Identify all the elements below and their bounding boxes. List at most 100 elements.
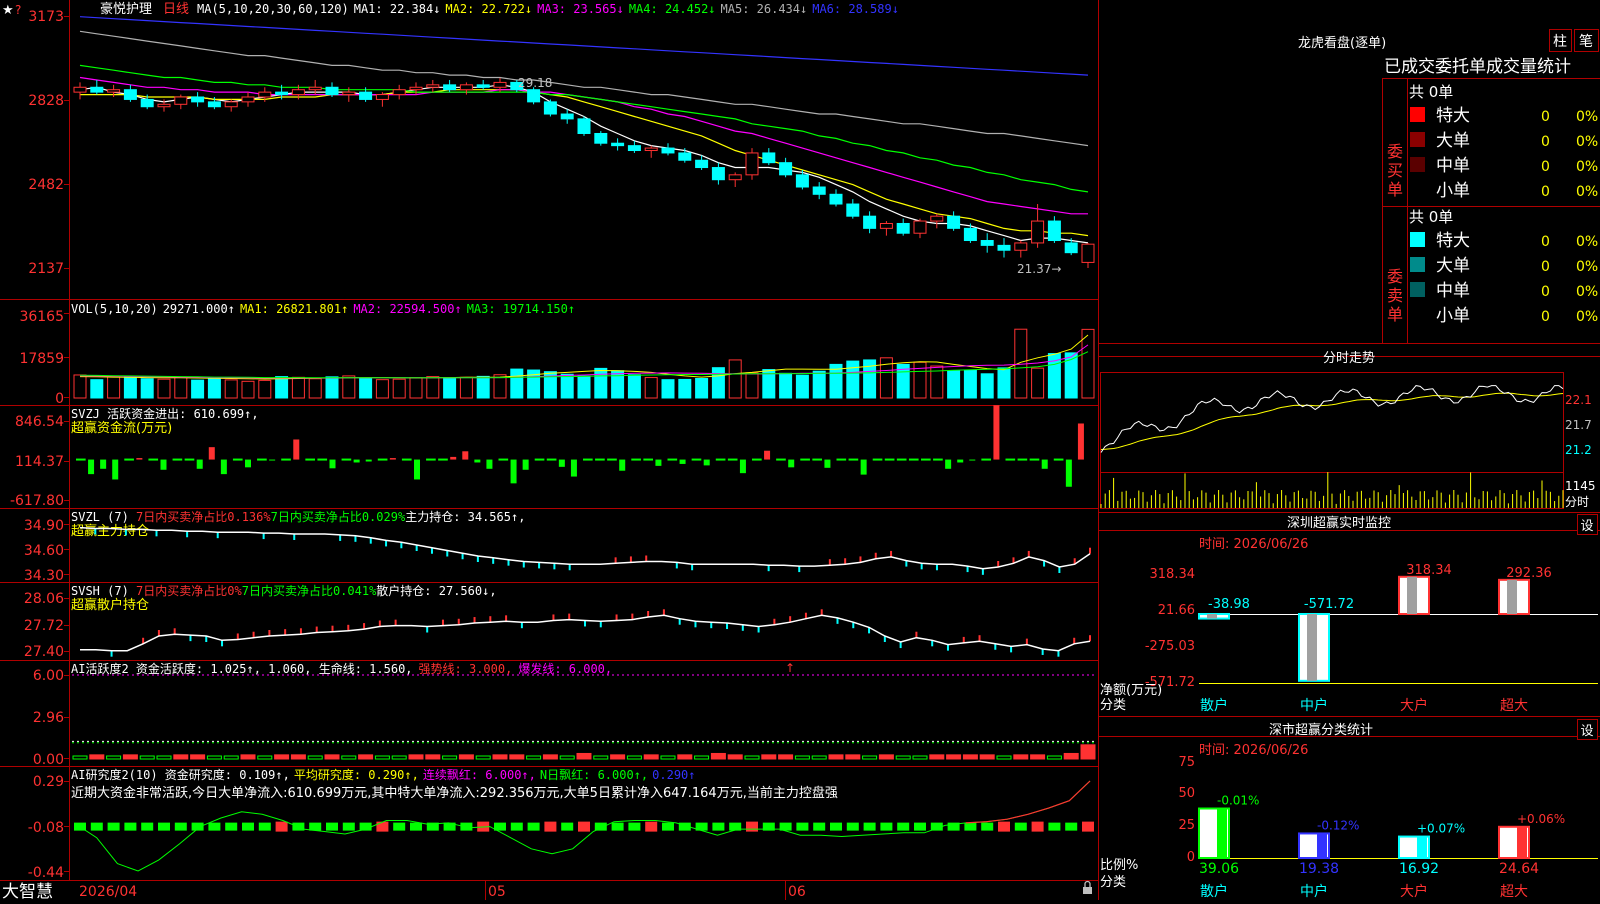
ai-activity-part3: 爆发线: 6.000, xyxy=(518,661,612,676)
volume-bar xyxy=(392,378,406,399)
candle-body xyxy=(325,86,339,96)
legend-prefix: VOL(5,10,20) xyxy=(71,302,158,316)
fund-flow-bar xyxy=(100,459,107,469)
intraday-frame xyxy=(1100,372,1564,509)
svzl-red-part: 7日内买卖净占比0.136% xyxy=(136,509,271,524)
fund-flow-bar xyxy=(293,439,300,460)
lock-icon[interactable] xyxy=(1083,880,1092,895)
sz-monitor-bar-shade xyxy=(1507,579,1517,614)
price-chart[interactable] xyxy=(73,16,1095,268)
activity-bar xyxy=(408,754,424,760)
ai-activity-chart[interactable] xyxy=(72,674,1096,760)
volume-bar xyxy=(123,375,137,399)
research-bar xyxy=(712,822,725,831)
fund-flow-bar xyxy=(426,458,436,461)
svzl-prefix: SVZL (7) xyxy=(71,510,136,524)
period-label[interactable]: 日线 xyxy=(163,2,189,17)
sz-monitor-bar-value: 318.34 xyxy=(1406,563,1452,578)
activity-bar xyxy=(89,754,105,760)
activity-bar xyxy=(542,754,558,760)
tick-mode-button[interactable]: 笔 xyxy=(1574,29,1599,52)
unlock-icon[interactable]: ? xyxy=(15,3,21,17)
favorite-star-icon[interactable]: ★ xyxy=(2,3,14,18)
order-percent-value: 0% xyxy=(1576,284,1598,300)
research-bar xyxy=(275,821,288,832)
activity-bar xyxy=(694,755,710,760)
svzl-legend: SVZL (7) 7日内买卖净占比0.136%7日内买卖净占比0.029%主力持… xyxy=(71,509,525,524)
candle-body xyxy=(308,86,322,91)
sz-classify-change: +0.06% xyxy=(1517,812,1565,826)
candle-body xyxy=(980,240,994,246)
candle-body xyxy=(191,96,205,103)
research-bar xyxy=(225,822,238,831)
activity-bar xyxy=(559,755,575,760)
fund-flow-bar xyxy=(341,458,352,461)
svsh-chart[interactable] xyxy=(80,609,1091,657)
sz-classify-settings-button[interactable]: 设 xyxy=(1577,719,1598,740)
order-size-label: 小单 xyxy=(1436,181,1470,201)
fund-flow-bar xyxy=(534,458,545,461)
sz-classify-bar-fill xyxy=(1417,836,1427,858)
sz-classify-chart[interactable]: -0.01% 39.06 散户 -0.12% 19.38 中户 +0.07% 16.92 大户 +… xyxy=(1198,794,1598,900)
main-holding-line xyxy=(79,526,1091,570)
sz-classify-change: +0.07% xyxy=(1417,822,1465,836)
candle-body xyxy=(678,152,692,161)
activity-bar xyxy=(341,755,357,760)
volume-bar xyxy=(493,374,507,399)
activity-bar xyxy=(425,754,441,760)
volume-bar xyxy=(560,373,574,399)
activity-bar xyxy=(946,754,962,760)
order-count-value: 0 xyxy=(1541,184,1550,200)
candle-body xyxy=(997,244,1011,251)
activity-bar xyxy=(677,754,693,760)
candle-body xyxy=(543,101,557,115)
svsh-red-part: 7日内买卖净占比0% xyxy=(136,583,242,598)
activity-bar xyxy=(862,755,878,760)
fund-flow-bar xyxy=(1065,459,1072,487)
activity-bar xyxy=(744,755,760,760)
fund-flow-bar xyxy=(196,459,203,469)
fund-flow-bar xyxy=(619,459,626,471)
volume-bar xyxy=(510,368,524,399)
fund-flow-bar xyxy=(474,459,481,463)
sz-monitor-tick-2: 21.66 xyxy=(1158,603,1195,618)
candle-body xyxy=(863,215,877,229)
research-bar xyxy=(628,822,641,831)
fund-flow-bar xyxy=(1029,458,1040,461)
intraday-tick-3: 21.2 xyxy=(1565,443,1592,457)
svsh-y-axis: 28.06 27.72 27.40 xyxy=(24,591,64,660)
candle-body xyxy=(123,89,137,100)
volume-bar xyxy=(224,379,238,399)
order-percent-value: 0% xyxy=(1576,309,1598,325)
intraday-chart[interactable] xyxy=(1100,385,1564,508)
ai-activity-tick-3: 0.00 xyxy=(33,752,64,768)
side-title-char: 委 xyxy=(1387,267,1403,286)
sz-monitor-chart[interactable]: -38.98 散户 -571.72 中户 318.34 大户 292.36 超大 xyxy=(1198,563,1598,714)
svsh-tick-2: 27.72 xyxy=(24,618,64,634)
research-bar xyxy=(1014,822,1027,831)
sz-classify-value: 24.64 xyxy=(1499,861,1539,877)
research-bar xyxy=(1031,821,1044,832)
sz-classify-tick-2: 50 xyxy=(1178,786,1195,801)
research-bar xyxy=(914,822,926,831)
volume-bar xyxy=(644,377,658,399)
volume-bar xyxy=(443,377,457,399)
fund-flow-bar xyxy=(836,458,847,461)
fund-flow-bar xyxy=(401,458,412,461)
bar-mode-button[interactable]: 柱 xyxy=(1549,29,1572,52)
volume-chart[interactable] xyxy=(73,328,1095,399)
research-bar xyxy=(309,822,322,831)
candle-body xyxy=(745,152,759,176)
research-bar xyxy=(830,822,842,831)
side-title-char: 单 xyxy=(1387,180,1403,199)
sz-monitor-y-axis: 318.34 21.66 -275.03 -571.72 xyxy=(1145,567,1195,690)
sz-monitor-category: 超大 xyxy=(1500,698,1528,714)
sz-monitor-settings-button[interactable]: 设 xyxy=(1577,514,1598,535)
volume-bar xyxy=(980,373,994,399)
svzl-chart[interactable] xyxy=(79,526,1091,575)
svzl-tick-2: 34.60 xyxy=(24,543,64,559)
ai-activity-arrow: ↑ xyxy=(785,661,795,675)
candle-body xyxy=(409,86,423,91)
volume-bar xyxy=(1081,328,1095,399)
candle-body xyxy=(594,132,608,144)
